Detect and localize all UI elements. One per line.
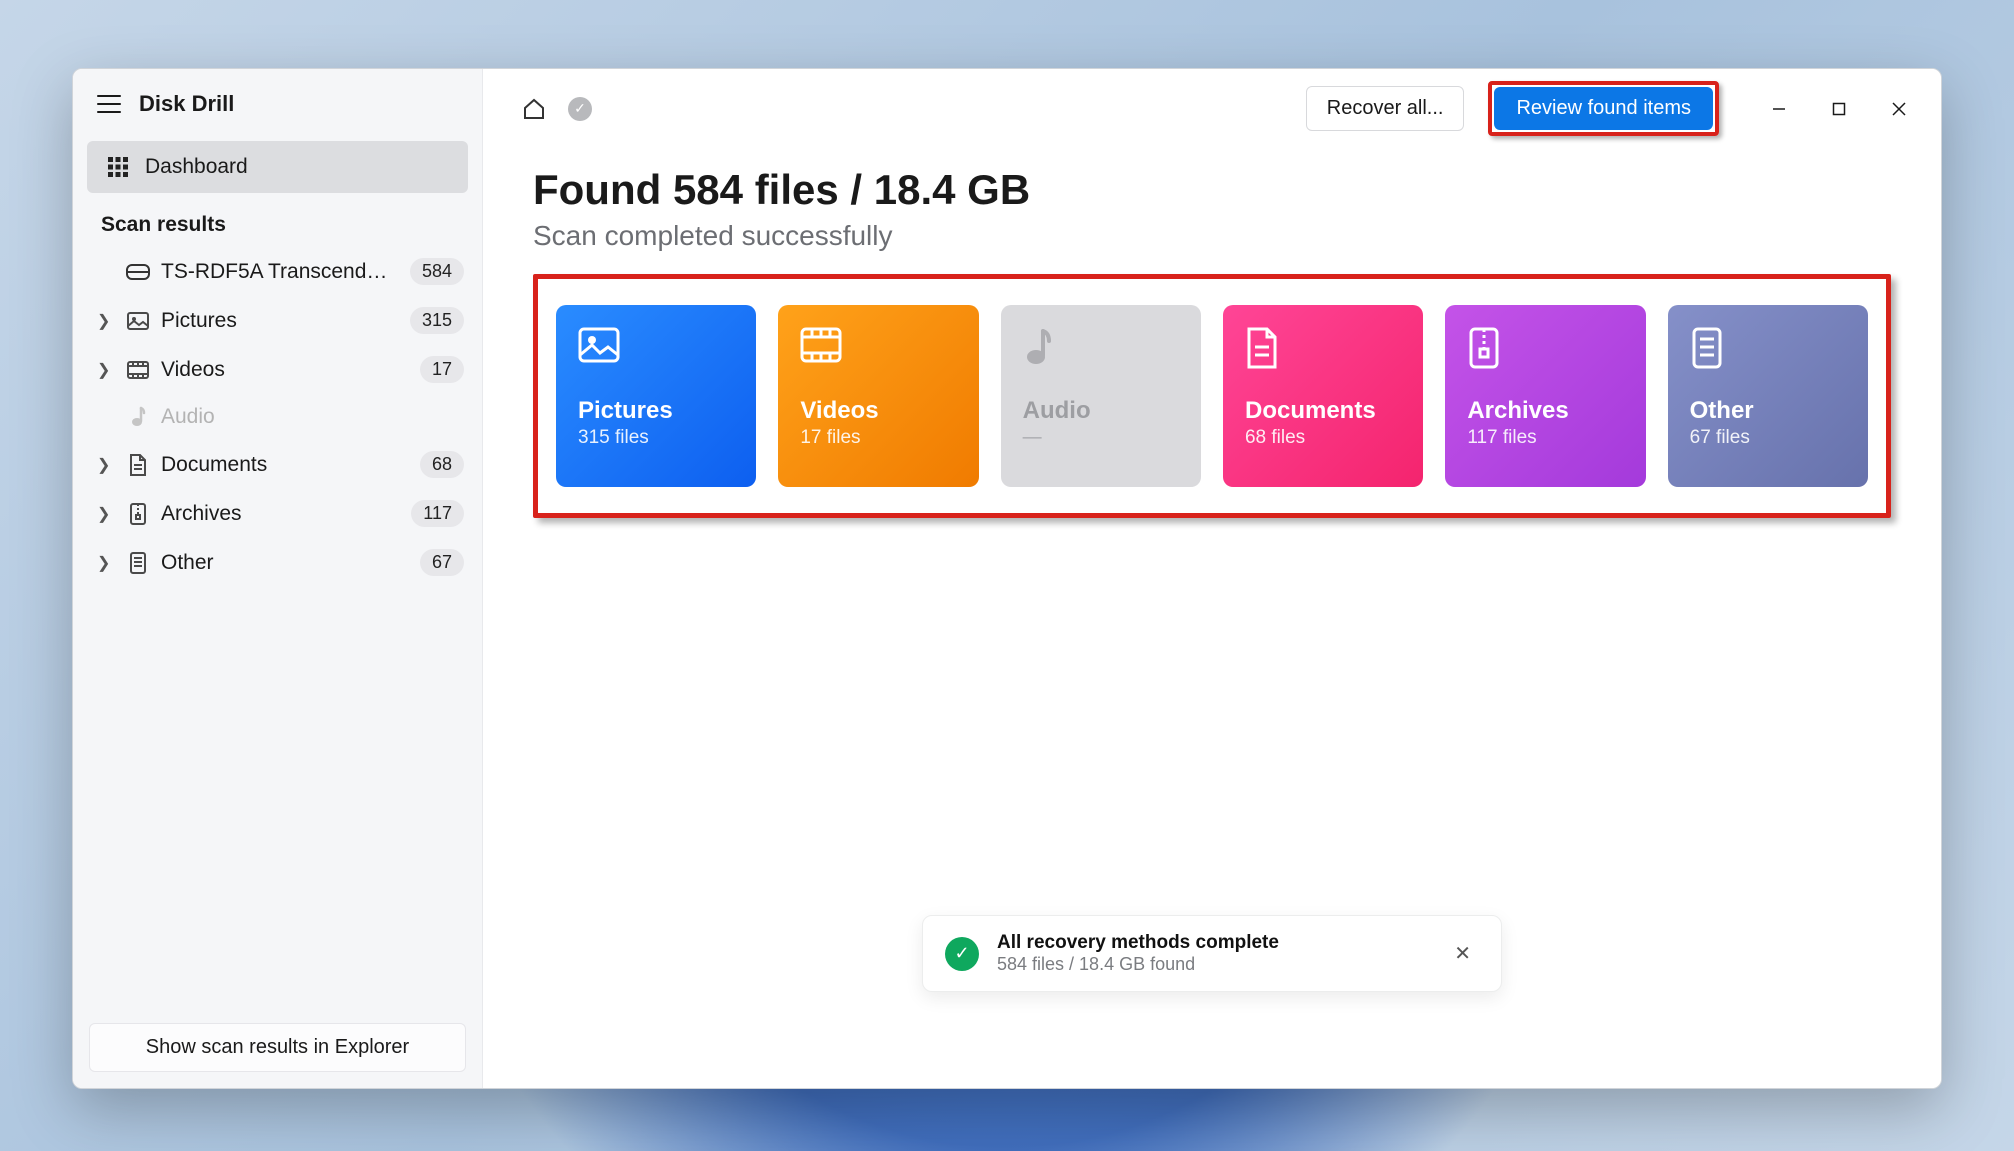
card-title: Other	[1690, 397, 1846, 425]
sidebar: Disk Drill Dashboard Scan results TS-RDF…	[73, 69, 483, 1088]
close-button[interactable]	[1869, 87, 1929, 131]
scan-results-section-label: Scan results	[73, 195, 482, 247]
tree-device-count: 584	[410, 258, 464, 285]
card-title: Audio	[1023, 397, 1179, 425]
toast-title: All recovery methods complete	[997, 932, 1428, 954]
hamburger-icon[interactable]	[97, 95, 121, 113]
category-cards-highlight: Pictures315 filesVideos17 filesAudio—Doc…	[533, 274, 1891, 518]
home-button[interactable]	[517, 92, 551, 126]
tree-item-label: Documents	[161, 453, 391, 477]
success-check-icon: ✓	[945, 937, 979, 971]
category-card-other[interactable]: Other67 files	[1668, 305, 1868, 487]
tree-item-pictures[interactable]: ❯ Pictures 315	[73, 296, 482, 345]
audio-icon	[125, 406, 151, 428]
review-found-items-button[interactable]: Review found items	[1494, 87, 1713, 130]
tree-item-other[interactable]: ❯ Other 67	[73, 538, 482, 587]
chevron-right-icon: ❯	[97, 311, 115, 331]
videos-icon	[800, 327, 956, 369]
category-card-pictures[interactable]: Pictures315 files	[556, 305, 756, 487]
recover-all-button[interactable]: Recover all...	[1306, 86, 1465, 131]
category-card-documents[interactable]: Documents68 files	[1223, 305, 1423, 487]
tree-item-documents[interactable]: ❯ Documents 68	[73, 440, 482, 489]
review-found-highlight: Review found items	[1488, 81, 1719, 136]
card-count: 68 files	[1245, 427, 1401, 449]
tree-item-label: Videos	[161, 358, 391, 382]
tree-item-count: 315	[410, 307, 464, 334]
other-icon	[1690, 327, 1846, 369]
card-title: Pictures	[578, 397, 734, 425]
documents-icon	[1245, 327, 1401, 369]
category-card-videos[interactable]: Videos17 files	[778, 305, 978, 487]
tree-item-count: 68	[420, 451, 464, 478]
card-count: 315 files	[578, 427, 734, 449]
maximize-button[interactable]	[1809, 87, 1869, 131]
picture-icon	[125, 312, 151, 330]
tree-device-label: TS-RDF5A Transcend US...	[161, 260, 391, 284]
sidebar-header: Disk Drill	[73, 69, 482, 139]
main-pane: ✓ Recover all... Review found items Foun	[483, 69, 1941, 1088]
drive-icon	[125, 264, 151, 280]
chevron-right-icon: ❯	[97, 360, 115, 380]
archives-icon	[1467, 327, 1623, 369]
chevron-right-icon: ❯	[97, 504, 115, 524]
show-in-explorer-button[interactable]: Show scan results in Explorer	[89, 1023, 466, 1072]
completion-toast: ✓ All recovery methods complete 584 file…	[922, 915, 1502, 992]
tree-item-label: Other	[161, 551, 391, 575]
document-icon	[125, 454, 151, 476]
window-controls	[1749, 87, 1929, 131]
audio-icon	[1023, 327, 1179, 369]
category-card-audio[interactable]: Audio—	[1001, 305, 1201, 487]
sidebar-footer: Show scan results in Explorer	[73, 1007, 482, 1088]
results-subheadline: Scan completed successfully	[533, 220, 1891, 252]
tree-item-audio[interactable]: Audio	[73, 394, 482, 440]
card-title: Archives	[1467, 397, 1623, 425]
chevron-right-icon: ❯	[97, 455, 115, 475]
tree-item-label: Archives	[161, 502, 391, 526]
card-count: 67 files	[1690, 427, 1846, 449]
app-window: Disk Drill Dashboard Scan results TS-RDF…	[72, 68, 1942, 1089]
app-title: Disk Drill	[139, 91, 234, 117]
scan-status-indicator[interactable]: ✓	[563, 92, 597, 126]
card-count: 17 files	[800, 427, 956, 449]
topbar: ✓ Recover all... Review found items	[483, 69, 1941, 148]
checkmark-icon: ✓	[568, 97, 592, 121]
content-area: Found 584 files / 18.4 GB Scan completed…	[483, 148, 1941, 536]
tree-device[interactable]: TS-RDF5A Transcend US... 584	[73, 247, 482, 296]
toast-close-button[interactable]: ✕	[1446, 935, 1479, 972]
card-count: 117 files	[1467, 427, 1623, 449]
minimize-button[interactable]	[1749, 87, 1809, 131]
tree-item-label: Audio	[161, 405, 391, 429]
other-icon	[125, 552, 151, 574]
grid-icon	[105, 157, 131, 177]
tree-item-count: 67	[420, 549, 464, 576]
video-icon	[125, 361, 151, 379]
tree-item-archives[interactable]: ❯ Archives 117	[73, 489, 482, 538]
results-headline: Found 584 files / 18.4 GB	[533, 166, 1891, 214]
tree-item-label: Pictures	[161, 309, 391, 333]
tree-item-videos[interactable]: ❯ Videos 17	[73, 345, 482, 394]
nav-dashboard[interactable]: Dashboard	[87, 141, 468, 193]
tree-item-count: 117	[411, 500, 464, 527]
tree-item-count: 17	[420, 356, 464, 383]
card-title: Documents	[1245, 397, 1401, 425]
nav-dashboard-label: Dashboard	[145, 155, 248, 179]
toast-subtitle: 584 files / 18.4 GB found	[997, 954, 1428, 975]
card-title: Videos	[800, 397, 956, 425]
chevron-right-icon: ❯	[97, 553, 115, 573]
card-count: —	[1023, 427, 1179, 449]
category-card-archives[interactable]: Archives117 files	[1445, 305, 1645, 487]
pictures-icon	[578, 327, 734, 369]
archive-icon	[125, 503, 151, 525]
